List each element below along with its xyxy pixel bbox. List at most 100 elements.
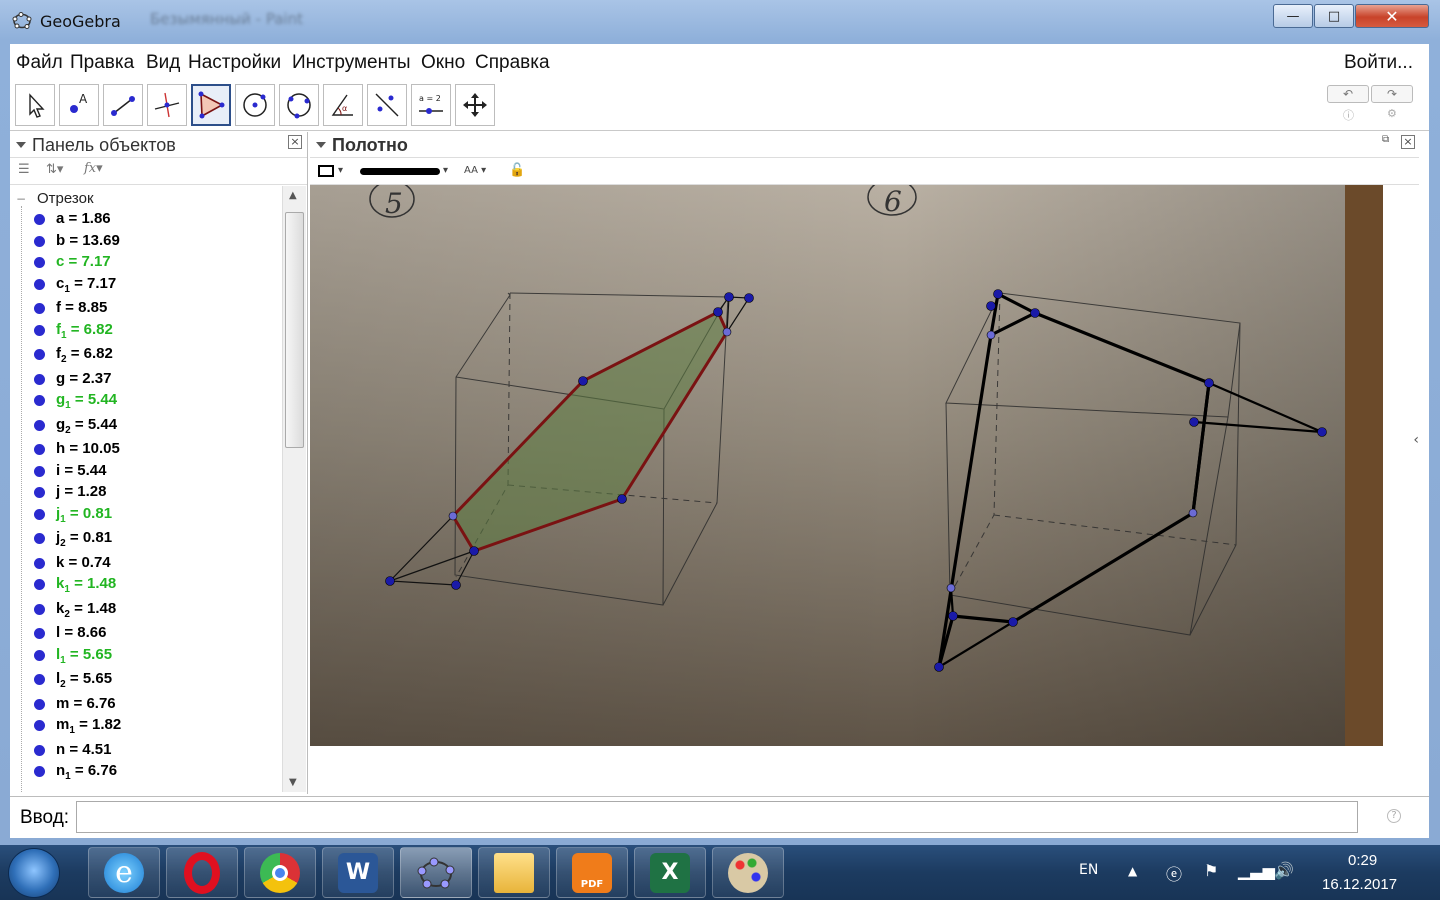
taskbar-app-pdf[interactable]: PDF	[556, 847, 628, 898]
visibility-toggle-icon[interactable]	[34, 214, 45, 225]
network-signal-icon[interactable]: ▁▃▅	[1238, 861, 1275, 881]
maximize-button[interactable]: □	[1314, 4, 1354, 28]
taskbar-app-opera[interactable]	[166, 847, 238, 898]
clock-time[interactable]: 0:29	[1348, 852, 1377, 869]
volume-icon[interactable]: 🔊	[1274, 861, 1294, 881]
undock-icon[interactable]: ⧉	[1382, 134, 1389, 145]
gear-icon[interactable]: ⚙	[1387, 107, 1397, 120]
algebra-scrollbar[interactable]: ▲ ▼	[282, 186, 306, 792]
collapse-triangle-icon[interactable]	[16, 142, 26, 148]
menu-file[interactable]: Файл	[16, 52, 63, 74]
lock-icon[interactable]: 🔓	[509, 163, 525, 178]
visibility-toggle-icon[interactable]	[34, 487, 45, 498]
perpendicular-tool-button[interactable]	[147, 84, 187, 126]
angle-tool-button[interactable]: α	[323, 84, 363, 126]
visibility-toggle-icon[interactable]	[34, 278, 45, 290]
minimize-button[interactable]: —	[1273, 4, 1313, 28]
visibility-toggle-icon[interactable]	[34, 303, 45, 314]
visibility-toggle-icon[interactable]	[34, 603, 45, 615]
visibility-toggle-icon[interactable]	[34, 257, 45, 268]
menu-view[interactable]: Вид	[146, 52, 180, 74]
visibility-toggle-icon[interactable]	[34, 444, 45, 455]
label-style-icon[interactable]: AA ▾	[464, 165, 486, 176]
menu-window[interactable]: Окно	[421, 52, 465, 74]
collapse-group-icon[interactable]: −	[16, 192, 26, 206]
conic-tool-button[interactable]	[279, 84, 319, 126]
input-field[interactable]	[76, 801, 1358, 833]
language-indicator[interactable]: EN	[1079, 862, 1098, 878]
expand-side-panel-icon[interactable]: ‹	[1413, 432, 1419, 448]
toggle-auxiliary-icon[interactable]: ☰	[18, 162, 30, 177]
visibility-toggle-icon[interactable]	[34, 698, 45, 710]
taskbar-app-explorer[interactable]	[478, 847, 550, 898]
login-link[interactable]: Войти...	[1344, 52, 1413, 74]
visibility-toggle-icon[interactable]	[34, 579, 45, 590]
visibility-toggle-icon[interactable]	[34, 508, 45, 520]
visibility-toggle-icon[interactable]	[34, 557, 45, 569]
clock-date[interactable]: 16.12.2017	[1322, 876, 1397, 893]
menu-settings[interactable]: Настройки	[188, 52, 281, 74]
menu-tools[interactable]: Инструменты	[292, 52, 410, 74]
line-tool-button[interactable]	[103, 84, 143, 126]
taskbar-app-word[interactable]: W	[322, 847, 394, 898]
slider-tool-button[interactable]: a = 2	[411, 84, 451, 126]
scrollbar-thumb[interactable]	[285, 212, 304, 448]
reflect-tool-button[interactable]	[367, 84, 407, 126]
help-icon[interactable]: ⓘ	[1343, 107, 1354, 123]
close-button[interactable]: ✕	[1355, 4, 1429, 28]
move-graphics-tool-button[interactable]	[455, 84, 495, 126]
title-bar[interactable]: GeoGebra Безымянный - Paint — □ ✕	[0, 0, 1440, 42]
visibility-toggle-icon[interactable]	[34, 766, 45, 777]
start-button[interactable]	[8, 848, 60, 898]
visibility-toggle-icon[interactable]	[34, 533, 45, 544]
scroll-up-icon[interactable]: ▲	[289, 190, 297, 201]
move-tool-button[interactable]	[15, 84, 55, 126]
taskbar-app-paint[interactable]	[712, 847, 784, 898]
visibility-toggle-icon[interactable]	[34, 465, 45, 477]
tray-app-icon[interactable]: ⓔ	[1166, 861, 1186, 884]
chevron-down-icon[interactable]: ▾	[338, 165, 343, 176]
taskbar-app-excel[interactable]: X	[634, 847, 706, 898]
visibility-toggle-icon[interactable]	[34, 235, 45, 247]
menu-edit[interactable]: Правка	[70, 52, 134, 74]
circle-tool-button[interactable]	[235, 84, 275, 126]
visibility-toggle-icon[interactable]	[34, 395, 45, 406]
action-center-flag-icon[interactable]: ⚑	[1204, 861, 1224, 881]
taskbar-app-chrome[interactable]	[244, 847, 316, 898]
taskbar-app-geogebra[interactable]	[400, 847, 472, 898]
line-style-icon[interactable]	[360, 168, 440, 175]
tree-guide-line	[21, 206, 22, 792]
point-tool-button[interactable]: A	[59, 84, 99, 126]
chevron-down-icon[interactable]: ▾	[443, 165, 448, 176]
sort-icon[interactable]: ⇅▾	[46, 162, 63, 177]
equals-sign: =	[66, 345, 84, 362]
geometry-canvas-svg[interactable]: 5 6	[310, 185, 1383, 746]
visibility-toggle-icon[interactable]	[34, 373, 45, 385]
fill-style-icon[interactable]	[318, 165, 334, 177]
menu-help[interactable]: Справка	[475, 52, 550, 74]
drawing-canvas[interactable]: 5 6	[310, 185, 1383, 746]
algebra-item-text: c = 7.17	[56, 253, 111, 270]
fx-icon[interactable]: fx▾	[84, 161, 103, 176]
visibility-toggle-icon[interactable]	[34, 349, 45, 360]
input-help-icon[interactable]: ?	[1387, 809, 1401, 823]
geogebra-icon	[417, 857, 455, 888]
visibility-toggle-icon[interactable]	[34, 744, 45, 756]
show-hidden-icons-icon[interactable]: ▲	[1128, 864, 1137, 878]
visibility-toggle-icon[interactable]	[34, 674, 45, 685]
undo-button[interactable]: ↶	[1327, 85, 1369, 103]
visibility-toggle-icon[interactable]	[34, 419, 45, 431]
visibility-toggle-icon[interactable]	[34, 628, 45, 639]
redo-button[interactable]: ↷	[1371, 85, 1413, 103]
collapse-triangle-icon[interactable]	[316, 142, 326, 148]
visibility-toggle-icon[interactable]	[34, 649, 45, 661]
close-algebra-icon[interactable]: ×	[288, 135, 302, 149]
scroll-down-icon[interactable]: ▼	[289, 777, 297, 788]
polygon-tool-button[interactable]	[191, 84, 231, 126]
close-graphics-icon[interactable]: ×	[1401, 135, 1415, 149]
taskbar-app-internet-explorer[interactable]: e	[88, 847, 160, 898]
object-name: g	[56, 415, 66, 433]
visibility-toggle-icon[interactable]	[34, 324, 45, 336]
visibility-toggle-icon[interactable]	[34, 720, 45, 731]
polygon-icon	[198, 91, 225, 119]
